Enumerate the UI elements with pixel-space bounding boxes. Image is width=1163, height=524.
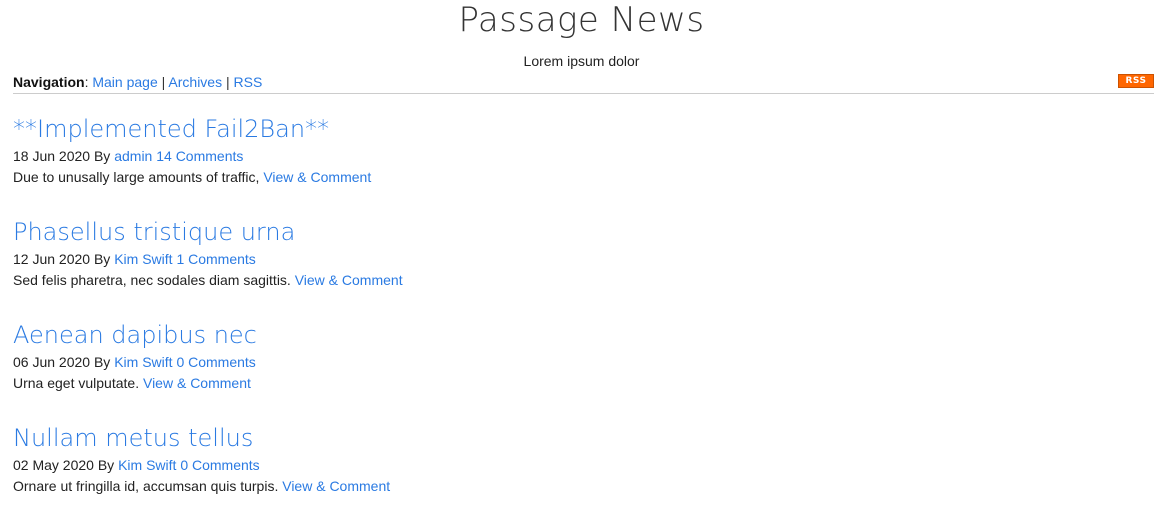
post-excerpt: Due to unusally large amounts of traffic… <box>13 167 1153 188</box>
post-comments-link[interactable]: 0 Comments <box>176 354 255 370</box>
nav-link-rss[interactable]: RSS <box>234 74 263 90</box>
post-by: By <box>97 457 115 473</box>
post-comments-link[interactable]: 14 Comments <box>156 148 243 164</box>
view-comment-link[interactable]: View & Comment <box>295 272 403 288</box>
post-excerpt-text: Ornare ut fringilla id, accumsan quis tu… <box>13 478 279 494</box>
post-meta: 02 May 2020 By Kim Swift 0 Comments <box>13 455 1153 476</box>
post-title-link[interactable]: Phasellus tristique urna <box>13 215 1153 249</box>
view-comment-link[interactable]: View & Comment <box>282 478 390 494</box>
post-meta: 12 Jun 2020 By Kim Swift 1 Comments <box>13 249 1153 270</box>
post-by: By <box>93 148 111 164</box>
site-title: Passage News <box>458 0 705 40</box>
view-comment-link[interactable]: View & Comment <box>263 169 371 185</box>
nav-link-archives[interactable]: Archives <box>168 74 222 90</box>
post-item: **Implemented Fail2Ban** 18 Jun 2020 By … <box>13 112 1153 215</box>
nav-link-main-page[interactable]: Main page <box>92 74 157 90</box>
post-by: By <box>93 354 111 370</box>
post-comments-link[interactable]: 0 Comments <box>180 457 259 473</box>
post-by: By <box>93 251 111 267</box>
post-date: 18 Jun 2020 <box>13 148 91 164</box>
post-author-link[interactable]: Kim Swift <box>114 251 172 267</box>
post-title-link[interactable]: Nullam metus tellus <box>13 421 1153 455</box>
post-author-link[interactable]: Kim Swift <box>118 457 176 473</box>
post-excerpt-text: Due to unusally large amounts of traffic… <box>13 169 260 185</box>
post-list: **Implemented Fail2Ban** 18 Jun 2020 By … <box>13 112 1153 524</box>
post-comments-link[interactable]: 1 Comments <box>176 251 255 267</box>
post-author-link[interactable]: Kim Swift <box>114 354 172 370</box>
post-excerpt: Ornare ut fringilla id, accumsan quis tu… <box>13 476 1153 497</box>
nav-separator: | <box>225 74 230 90</box>
nav-separator: | <box>161 74 166 90</box>
navigation-bar: Navigation: Main page | Archives | RSS R… <box>13 73 1154 94</box>
site-subtitle: Lorem ipsum dolor <box>523 53 640 69</box>
post-excerpt: Sed felis pharetra, nec sodales diam sag… <box>13 270 1153 291</box>
navigation-colon: : <box>84 74 89 90</box>
post-date: 06 Jun 2020 <box>13 354 91 370</box>
post-item: Nullam metus tellus 02 May 2020 By Kim S… <box>13 421 1153 524</box>
post-excerpt-text: Urna eget vulputate. <box>13 375 140 391</box>
post-excerpt: Urna eget vulputate. View & Comment <box>13 373 1153 394</box>
post-title-link[interactable]: Aenean dapibus nec <box>13 318 1153 352</box>
post-meta: 06 Jun 2020 By Kim Swift 0 Comments <box>13 352 1153 373</box>
post-title-link[interactable]: **Implemented Fail2Ban** <box>13 112 1153 146</box>
post-item: Aenean dapibus nec 06 Jun 2020 By Kim Sw… <box>13 318 1153 421</box>
post-date: 02 May 2020 <box>13 457 94 473</box>
navigation-label: Navigation <box>13 74 85 90</box>
rss-feed-icon[interactable]: RSS <box>1118 74 1154 88</box>
view-comment-link[interactable]: View & Comment <box>143 375 251 391</box>
post-author-link[interactable]: admin <box>114 148 152 164</box>
post-excerpt-text: Sed felis pharetra, nec sodales diam sag… <box>13 272 291 288</box>
post-item: Phasellus tristique urna 12 Jun 2020 By … <box>13 215 1153 318</box>
post-date: 12 Jun 2020 <box>13 251 91 267</box>
post-meta: 18 Jun 2020 By admin 14 Comments <box>13 146 1153 167</box>
